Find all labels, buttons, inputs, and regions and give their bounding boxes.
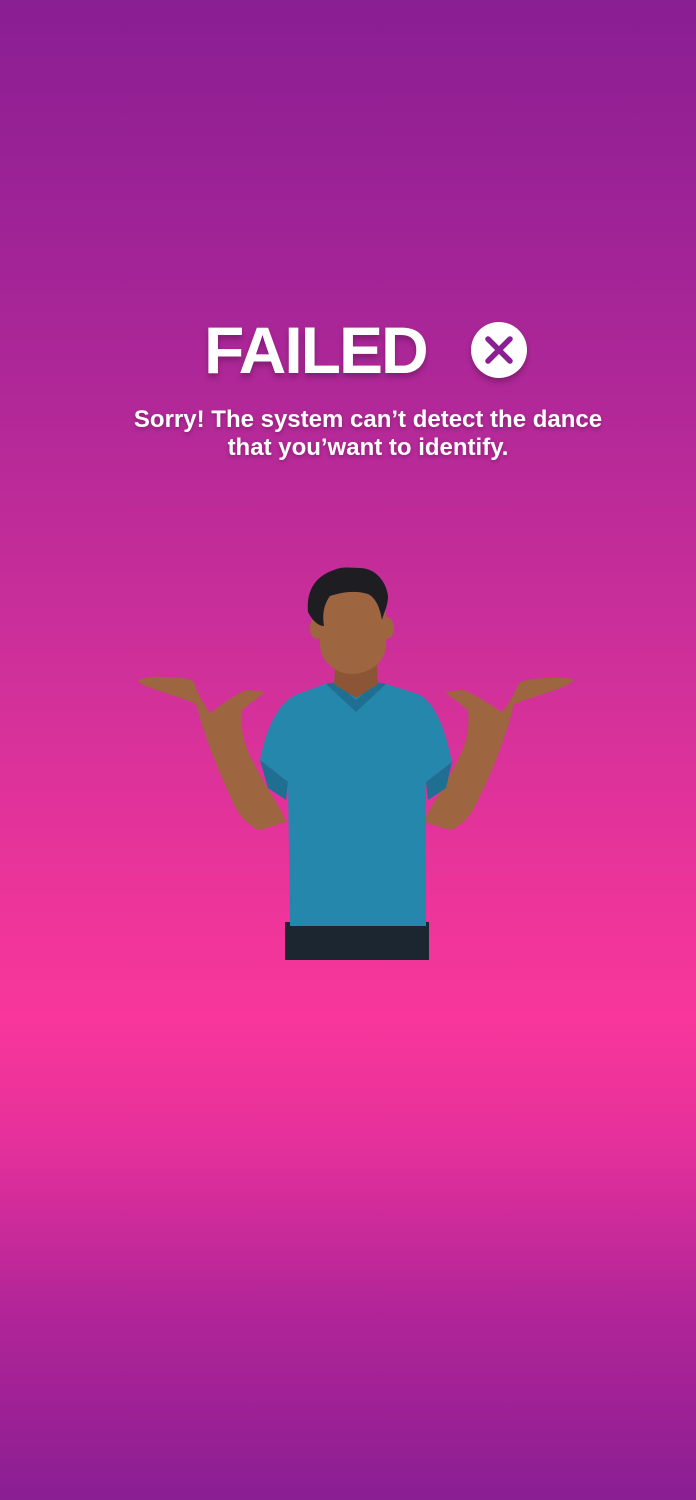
status-header: FAILED — [0, 310, 696, 390]
close-circle-icon — [471, 322, 527, 378]
status-message-line1: Sorry! The system can’t detect the dance — [133, 406, 603, 433]
status-title: FAILED — [204, 313, 429, 387]
status-message-line2: that you’want to identify. — [227, 434, 509, 461]
shrugging-person-illustration — [130, 560, 580, 975]
status-message: Sorry! The system can’t detect the dance… — [88, 406, 648, 462]
